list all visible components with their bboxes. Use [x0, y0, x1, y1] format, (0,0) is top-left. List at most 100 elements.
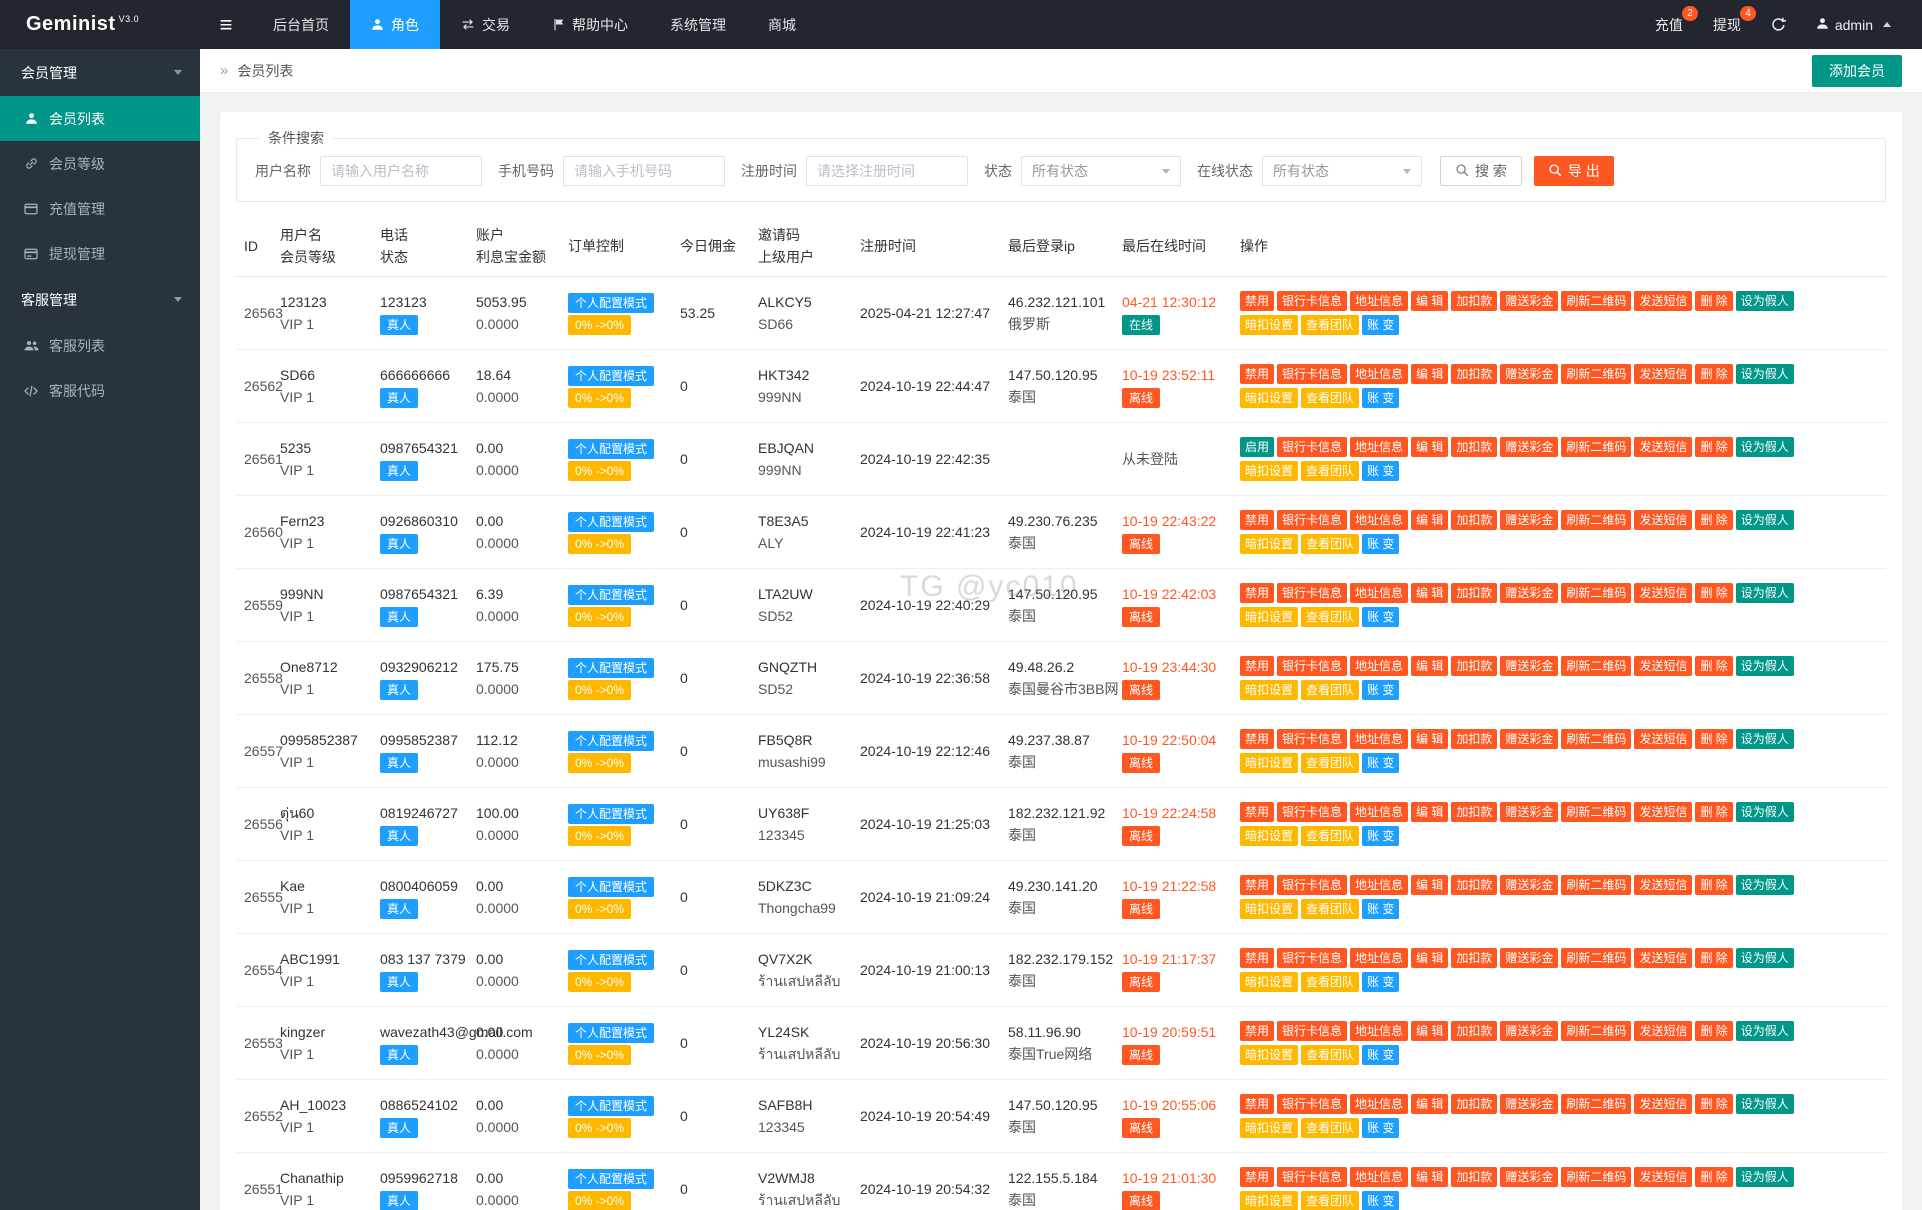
recharge-nav-item[interactable]: 充值 2 — [1640, 0, 1698, 49]
send-sms-button[interactable]: 发送短信 — [1634, 1167, 1692, 1187]
send-sms-button[interactable]: 发送短信 — [1634, 729, 1692, 749]
view-team-button[interactable]: 查看团队 — [1301, 1118, 1359, 1138]
adjust-balance-button[interactable]: 加扣款 — [1451, 875, 1497, 895]
bank-card-info-button[interactable]: 银行卡信息 — [1277, 948, 1347, 968]
sidebar-item-member-level[interactable]: 会员等级 — [0, 141, 200, 186]
set-fake-button[interactable]: 设为假人 — [1736, 583, 1794, 603]
account-change-button[interactable]: 账 变 — [1362, 826, 1399, 846]
edit-button[interactable]: 编 辑 — [1411, 802, 1448, 822]
refresh-qrcode-button[interactable]: 刷新二维码 — [1561, 1021, 1631, 1041]
withdraw-nav-item[interactable]: 提现 4 — [1698, 0, 1756, 49]
refresh-qrcode-button[interactable]: 刷新二维码 — [1561, 437, 1631, 457]
address-info-button[interactable]: 地址信息 — [1350, 802, 1408, 822]
sidebar-item-member-list[interactable]: 会员列表 — [0, 96, 200, 141]
edit-button[interactable]: 编 辑 — [1411, 729, 1448, 749]
view-team-button[interactable]: 查看团队 — [1301, 388, 1359, 408]
adjust-balance-button[interactable]: 加扣款 — [1451, 291, 1497, 311]
bank-card-info-button[interactable]: 银行卡信息 — [1277, 1094, 1347, 1114]
nav-item-dashboard[interactable]: 后台首页 — [252, 0, 350, 49]
gift-bonus-button[interactable]: 赠送彩金 — [1500, 510, 1558, 530]
hidden-deduct-button[interactable]: 暗扣设置 — [1240, 1118, 1298, 1138]
view-team-button[interactable]: 查看团队 — [1301, 534, 1359, 554]
address-info-button[interactable]: 地址信息 — [1350, 729, 1408, 749]
edit-button[interactable]: 编 辑 — [1411, 1021, 1448, 1041]
nav-item-mall[interactable]: 商城 — [747, 0, 817, 49]
disable-button[interactable]: 禁用 — [1240, 729, 1274, 749]
address-info-button[interactable]: 地址信息 — [1350, 1021, 1408, 1041]
bank-card-info-button[interactable]: 银行卡信息 — [1277, 364, 1347, 384]
gift-bonus-button[interactable]: 赠送彩金 — [1500, 583, 1558, 603]
export-button[interactable]: 导 出 — [1534, 156, 1614, 186]
adjust-balance-button[interactable]: 加扣款 — [1451, 364, 1497, 384]
disable-button[interactable]: 禁用 — [1240, 583, 1274, 603]
set-fake-button[interactable]: 设为假人 — [1736, 1021, 1794, 1041]
hidden-deduct-button[interactable]: 暗扣设置 — [1240, 826, 1298, 846]
refresh-qrcode-button[interactable]: 刷新二维码 — [1561, 656, 1631, 676]
account-change-button[interactable]: 账 变 — [1362, 461, 1399, 481]
adjust-balance-button[interactable]: 加扣款 — [1451, 1021, 1497, 1041]
delete-button[interactable]: 删 除 — [1695, 583, 1732, 603]
hidden-deduct-button[interactable]: 暗扣设置 — [1240, 899, 1298, 919]
delete-button[interactable]: 删 除 — [1695, 364, 1732, 384]
bank-card-info-button[interactable]: 银行卡信息 — [1277, 583, 1347, 603]
view-team-button[interactable]: 查看团队 — [1301, 972, 1359, 992]
address-info-button[interactable]: 地址信息 — [1350, 510, 1408, 530]
set-fake-button[interactable]: 设为假人 — [1736, 729, 1794, 749]
hidden-deduct-button[interactable]: 暗扣设置 — [1240, 315, 1298, 335]
view-team-button[interactable]: 查看团队 — [1301, 1191, 1359, 1210]
menu-toggle-icon[interactable]: ≡ — [200, 0, 252, 49]
adjust-balance-button[interactable]: 加扣款 — [1451, 510, 1497, 530]
refresh-qrcode-button[interactable]: 刷新二维码 — [1561, 875, 1631, 895]
set-fake-button[interactable]: 设为假人 — [1736, 1094, 1794, 1114]
bank-card-info-button[interactable]: 银行卡信息 — [1277, 729, 1347, 749]
account-change-button[interactable]: 账 变 — [1362, 1045, 1399, 1065]
edit-button[interactable]: 编 辑 — [1411, 510, 1448, 530]
nav-item-system-management[interactable]: 系统管理 — [649, 0, 747, 49]
hidden-deduct-button[interactable]: 暗扣设置 — [1240, 461, 1298, 481]
adjust-balance-button[interactable]: 加扣款 — [1451, 948, 1497, 968]
send-sms-button[interactable]: 发送短信 — [1634, 437, 1692, 457]
gift-bonus-button[interactable]: 赠送彩金 — [1500, 364, 1558, 384]
hidden-deduct-button[interactable]: 暗扣设置 — [1240, 388, 1298, 408]
account-change-button[interactable]: 账 变 — [1362, 388, 1399, 408]
hidden-deduct-button[interactable]: 暗扣设置 — [1240, 680, 1298, 700]
delete-button[interactable]: 删 除 — [1695, 1094, 1732, 1114]
sidebar-group-member-management[interactable]: 会员管理 — [0, 49, 200, 96]
view-team-button[interactable]: 查看团队 — [1301, 899, 1359, 919]
adjust-balance-button[interactable]: 加扣款 — [1451, 1094, 1497, 1114]
send-sms-button[interactable]: 发送短信 — [1634, 802, 1692, 822]
edit-button[interactable]: 编 辑 — [1411, 875, 1448, 895]
bank-card-info-button[interactable]: 银行卡信息 — [1277, 1021, 1347, 1041]
nav-item-role[interactable]: 角色 — [350, 0, 440, 49]
delete-button[interactable]: 删 除 — [1695, 875, 1732, 895]
delete-button[interactable]: 删 除 — [1695, 1021, 1732, 1041]
send-sms-button[interactable]: 发送短信 — [1634, 364, 1692, 384]
delete-button[interactable]: 删 除 — [1695, 291, 1732, 311]
online-status-select[interactable]: 所有状态 — [1262, 156, 1422, 186]
gift-bonus-button[interactable]: 赠送彩金 — [1500, 948, 1558, 968]
refresh-qrcode-button[interactable]: 刷新二维码 — [1561, 291, 1631, 311]
refresh-qrcode-button[interactable]: 刷新二维码 — [1561, 729, 1631, 749]
account-change-button[interactable]: 账 变 — [1362, 534, 1399, 554]
refresh-qrcode-button[interactable]: 刷新二维码 — [1561, 948, 1631, 968]
set-fake-button[interactable]: 设为假人 — [1736, 656, 1794, 676]
address-info-button[interactable]: 地址信息 — [1350, 291, 1408, 311]
disable-button[interactable]: 禁用 — [1240, 802, 1274, 822]
hidden-deduct-button[interactable]: 暗扣设置 — [1240, 972, 1298, 992]
view-team-button[interactable]: 查看团队 — [1301, 753, 1359, 773]
hidden-deduct-button[interactable]: 暗扣设置 — [1240, 607, 1298, 627]
edit-button[interactable]: 编 辑 — [1411, 364, 1448, 384]
edit-button[interactable]: 编 辑 — [1411, 291, 1448, 311]
sidebar-item-service-list[interactable]: 客服列表 — [0, 323, 200, 368]
gift-bonus-button[interactable]: 赠送彩金 — [1500, 291, 1558, 311]
account-change-button[interactable]: 账 变 — [1362, 315, 1399, 335]
send-sms-button[interactable]: 发送短信 — [1634, 291, 1692, 311]
adjust-balance-button[interactable]: 加扣款 — [1451, 1167, 1497, 1187]
delete-button[interactable]: 删 除 — [1695, 948, 1732, 968]
address-info-button[interactable]: 地址信息 — [1350, 875, 1408, 895]
refresh-icon[interactable] — [1756, 0, 1801, 49]
bank-card-info-button[interactable]: 银行卡信息 — [1277, 437, 1347, 457]
refresh-qrcode-button[interactable]: 刷新二维码 — [1561, 802, 1631, 822]
bank-card-info-button[interactable]: 银行卡信息 — [1277, 291, 1347, 311]
set-fake-button[interactable]: 设为假人 — [1736, 437, 1794, 457]
